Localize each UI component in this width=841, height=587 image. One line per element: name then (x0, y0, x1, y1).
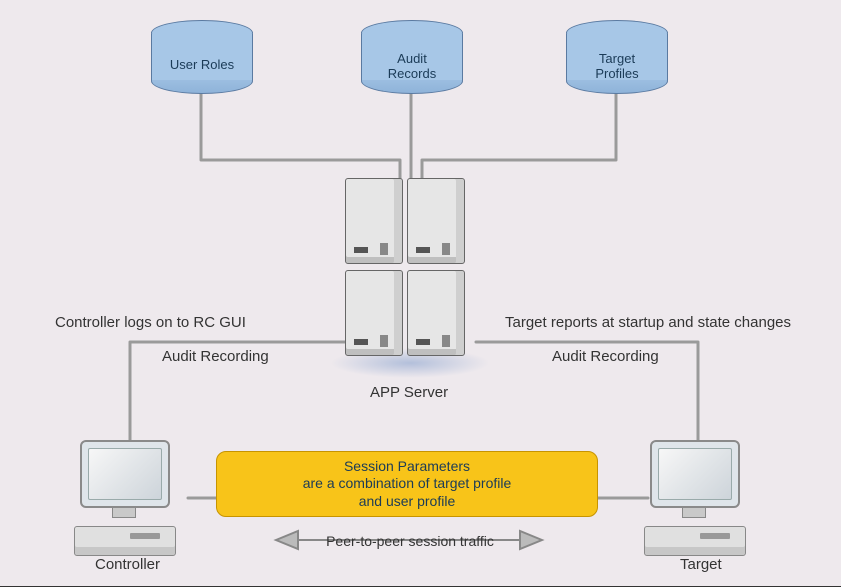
controller-logs-caption: Controller logs on to RC GUI (55, 314, 246, 331)
session-line1: Session Parameters (217, 458, 597, 476)
app-server-label: APP Server (370, 384, 448, 401)
session-line3: and user profile (217, 493, 597, 511)
db-audit-records: Audit Records (357, 20, 467, 94)
db-user-roles-label: User Roles (152, 58, 252, 73)
session-parameters-box: Session Parameters are a combination of … (216, 451, 598, 517)
db-target-profiles-label: Target Profiles (567, 52, 667, 82)
target-computer-icon (640, 440, 760, 556)
db-user-roles: User Roles (147, 20, 257, 94)
controller-label: Controller (95, 556, 160, 573)
target-reports-caption: Target reports at startup and state chan… (505, 314, 791, 331)
target-label: Target (680, 556, 722, 573)
app-server-cluster (345, 178, 475, 366)
audit-left-caption: Audit Recording (162, 348, 269, 365)
db-target-profiles: Target Profiles (562, 20, 672, 94)
db-audit-records-label: Audit Records (362, 52, 462, 82)
peer-to-peer-label: Peer-to-peer session traffic (300, 533, 520, 549)
controller-computer-icon (70, 440, 190, 556)
server-icon (407, 270, 465, 356)
audit-right-caption: Audit Recording (552, 348, 659, 365)
architecture-diagram: User Roles Audit Records Target Profiles… (0, 0, 841, 586)
session-line2: are a combination of target profile (217, 475, 597, 493)
server-icon (345, 270, 403, 356)
server-icon (345, 178, 403, 264)
server-icon (407, 178, 465, 264)
